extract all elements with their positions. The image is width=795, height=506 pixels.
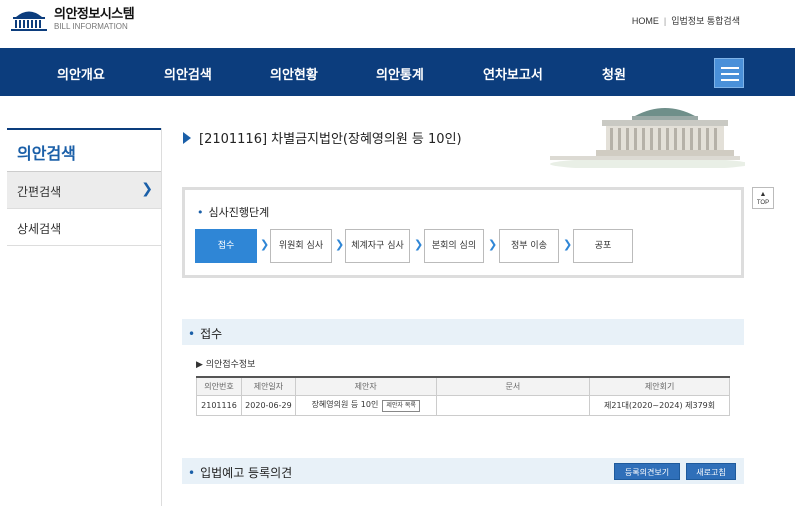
bullet-icon: • (197, 206, 204, 219)
sidebar-item-detailed-search[interactable]: 상세검색 (7, 209, 161, 246)
assembly-building-illustration (550, 108, 745, 168)
receipt-section-header: • 접수 (182, 319, 744, 345)
proposal-date-cell: 2020-06-29 (240, 394, 296, 416)
top-label: TOP (756, 200, 770, 206)
home-link[interactable]: HOME (632, 16, 659, 26)
bullet-icon: • (188, 327, 196, 341)
refresh-button[interactable]: 새로고침 (686, 463, 736, 480)
main-nav: 의안개요 의안검색 의안현황 의안통계 연차보고서 청원 (0, 48, 795, 96)
nav-item-bill-overview[interactable]: 의안개요 (57, 64, 105, 83)
proposer-list-button[interactable]: 제안자 목록 (382, 399, 420, 412)
table-header-row: 의안번호 제안일자 제안자 문서 제안회기 (196, 377, 730, 396)
logo-subtitle: BILL INFORMATION (54, 22, 128, 31)
stage-step-committee[interactable]: 위원회 심사 (270, 229, 332, 263)
integrated-search-link[interactable]: 입법정보 통합검색 (671, 16, 740, 26)
scroll-top-button[interactable]: ▲ TOP (752, 187, 774, 209)
logo-title: 의안정보시스템 (54, 7, 135, 22)
stage-heading-label: 심사진행단계 (208, 206, 270, 219)
sidebar-item-simple-search[interactable]: 간편검색 ❯ (7, 172, 161, 209)
stage-step-legal-review[interactable]: 체계자구 심사 (345, 229, 410, 263)
sidebar-item-label: 상세검색 (17, 222, 62, 236)
section-title: 입법예고 등록의견 (200, 466, 293, 480)
stage-step-plenary[interactable]: 본회의 심의 (424, 229, 484, 263)
stage-step-government-transfer[interactable]: 정부 이송 (499, 229, 559, 263)
assembly-building-icon (11, 11, 47, 31)
stage-step-promulgation[interactable]: 공포 (573, 229, 633, 263)
column-header: 제안자 (294, 377, 437, 396)
stage-step-receipt[interactable]: 접수 (195, 229, 257, 263)
page-title: [2101116] 차별금지법안(장혜영의원 등 10인) (183, 128, 462, 147)
menu-line (721, 73, 739, 75)
bill-title: [2101116] 차별금지법안(장혜영의원 등 10인) (199, 132, 462, 147)
chevron-right-icon: ❯ (335, 238, 345, 251)
title-arrow-icon (183, 131, 191, 144)
menu-line (721, 67, 739, 69)
nav-item-bill-stats[interactable]: 의안통계 (376, 64, 424, 83)
column-header: 제안일자 (240, 377, 296, 396)
stage-heading: • 심사진행단계 (197, 204, 269, 220)
util-separator: | (663, 16, 667, 26)
table-row: 2101116 2020-06-29 장혜영의원 등 10인 제안자 목록 제21… (196, 394, 730, 416)
caret-up-icon: ▲ (759, 191, 767, 198)
view-opinions-button[interactable]: 등록의견보기 (614, 463, 680, 480)
document-cell (435, 394, 591, 416)
sidebar: 의안검색 간편검색 ❯ 상세검색 (7, 128, 162, 506)
sidebar-item-label: 간편검색 (17, 185, 62, 199)
nav-item-bill-status[interactable]: 의안현황 (270, 64, 318, 83)
receipt-info-subheading: ▶ 의안접수정보 (196, 360, 256, 370)
receipt-info-table: 의안번호 제안일자 제안자 문서 제안회기 2101116 2020-06-29… (196, 376, 730, 416)
chevron-right-icon: ❯ (488, 238, 498, 251)
utility-links: HOME | 입법정보 통합검색 (632, 14, 740, 27)
column-header: 문서 (435, 377, 591, 396)
session-cell: 제21대(2020~2024) 제379회 (589, 394, 730, 416)
proposer-text: 장혜영의원 등 10인 (311, 399, 379, 409)
sidebar-title: 의안검색 (7, 128, 161, 172)
chevron-right-icon: ❯ (563, 238, 573, 251)
chevron-right-icon: ❯ (260, 238, 270, 251)
nav-item-bill-search[interactable]: 의안검색 (164, 64, 212, 83)
column-header: 의안번호 (196, 377, 242, 396)
proposer-cell: 장혜영의원 등 10인 제안자 목록 (294, 394, 437, 416)
bullet-icon: • (188, 466, 196, 480)
site-header: 의안정보시스템 BILL INFORMATION HOME | 입법정보 통합검색 (0, 0, 795, 48)
nav-item-annual-report[interactable]: 연차보고서 (483, 64, 543, 83)
section-title: 접수 (200, 327, 223, 341)
bill-number-cell: 2101116 (196, 394, 242, 416)
column-header: 제안회기 (589, 377, 730, 396)
chevron-right-icon: ❯ (141, 181, 153, 197)
menu-line (721, 79, 739, 81)
chevron-right-icon: ❯ (414, 238, 424, 251)
hamburger-menu-button[interactable] (714, 58, 744, 88)
site-logo[interactable]: 의안정보시스템 BILL INFORMATION (10, 7, 135, 32)
review-stage-panel: • 심사진행단계 접수 ❯ 위원회 심사 ❯ 체계자구 심사 ❯ 본회의 심의 ❯… (182, 187, 744, 278)
nav-item-petition[interactable]: 청원 (602, 64, 626, 83)
